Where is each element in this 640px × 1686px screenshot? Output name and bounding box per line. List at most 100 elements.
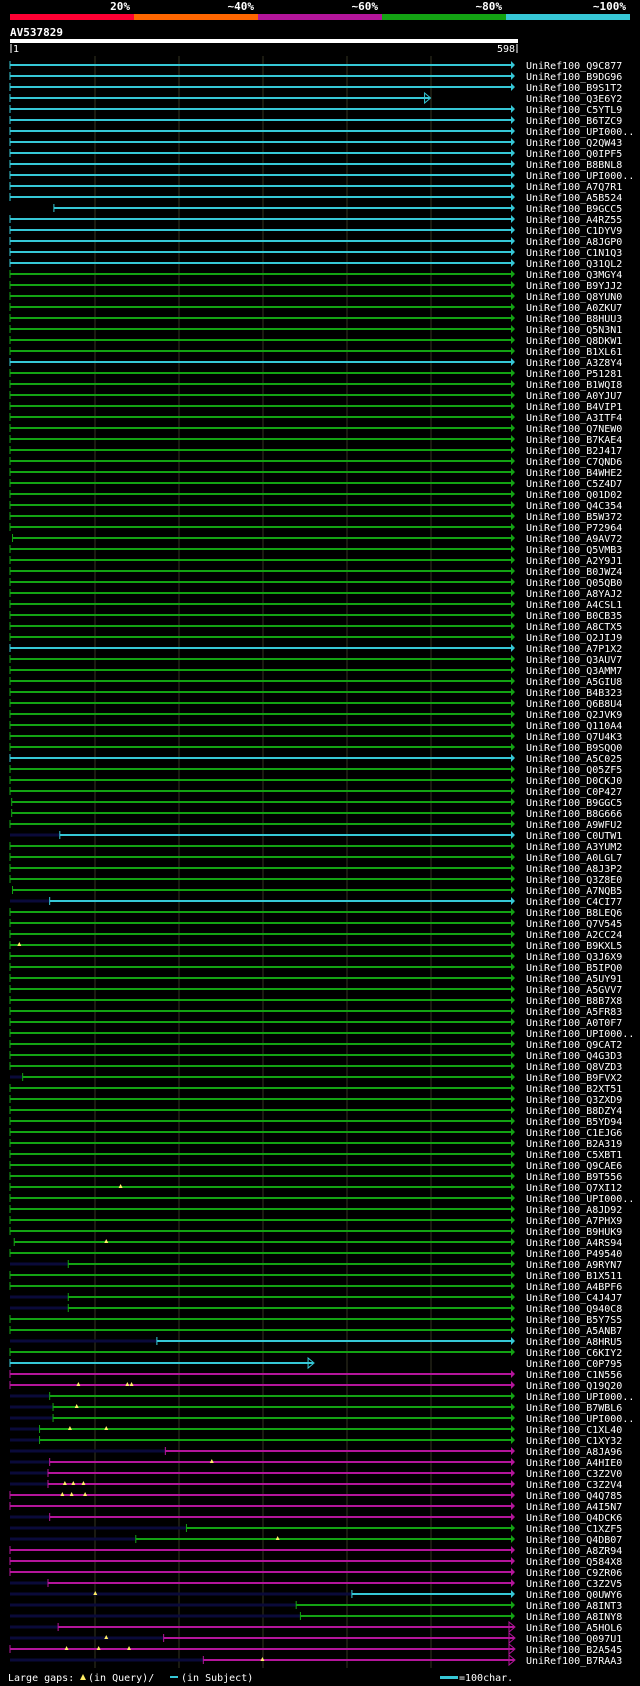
hit-label-link[interactable]: UniRef100_Q5VMB3 bbox=[526, 545, 622, 556]
hit-row[interactable]: UniRef100_A5ANB7 bbox=[9, 1326, 622, 1337]
hit-label-link[interactable]: UniRef100_Q7NEW0 bbox=[526, 424, 622, 435]
hit-label-link[interactable]: UniRef100_C5XBT1 bbox=[526, 1150, 622, 1161]
hit-label-link[interactable]: UniRef100_A2Y9J1 bbox=[526, 556, 622, 567]
hit-row[interactable]: UniRef100_B9GGC5 bbox=[11, 798, 623, 809]
hit-label-link[interactable]: UniRef100_C6KIY2 bbox=[526, 1348, 622, 1359]
hit-label-link[interactable]: UniRef100_Q6B8U4 bbox=[526, 699, 622, 710]
hit-label-link[interactable]: UniRef100_C0P427 bbox=[526, 787, 622, 798]
hit-row[interactable]: UniRef100_Q7V545 bbox=[9, 919, 622, 930]
hit-label-link[interactable]: UniRef100_C9ZR06 bbox=[526, 1568, 622, 1579]
hit-label-link[interactable]: UniRef100_B9GCC5 bbox=[526, 204, 622, 215]
hit-row[interactable]: UniRef100_Q4DB07 bbox=[10, 1535, 622, 1546]
hit-row[interactable]: UniRef100_C5YTL9 bbox=[9, 105, 622, 116]
hit-label-link[interactable]: UniRef100_UPI000.. bbox=[526, 127, 634, 138]
hit-row[interactable]: UniRef100_Q0UWY6 bbox=[10, 1590, 622, 1601]
hit-row[interactable]: UniRef100_A4RS94 bbox=[13, 1238, 622, 1249]
hit-row[interactable]: UniRef100_C1N556 bbox=[9, 1370, 622, 1381]
hit-label-link[interactable]: UniRef100_C5YTL9 bbox=[526, 105, 622, 116]
hit-label-link[interactable]: UniRef100_Q3AMM7 bbox=[526, 666, 622, 677]
hit-label-link[interactable]: UniRef100_Q4G3D3 bbox=[526, 1051, 622, 1062]
hit-label-link[interactable]: UniRef100_B9GGC5 bbox=[526, 798, 622, 809]
hit-label-link[interactable]: UniRef100_Q3J6X9 bbox=[526, 952, 622, 963]
hit-label-link[interactable]: UniRef100_A0LGL7 bbox=[526, 853, 622, 864]
hit-label-link[interactable]: UniRef100_B5YD94 bbox=[526, 1117, 622, 1128]
hit-label-link[interactable]: UniRef100_B9YJJ2 bbox=[526, 281, 622, 292]
hit-label-link[interactable]: UniRef100_Q9CAT2 bbox=[526, 1040, 622, 1051]
hit-row[interactable]: UniRef100_Q7NEW0 bbox=[9, 424, 622, 435]
hit-row[interactable]: UniRef100_Q3E6Y2 bbox=[9, 91, 622, 105]
hit-row[interactable]: UniRef100_B9KXL5 bbox=[9, 941, 622, 952]
hit-label-link[interactable]: UniRef100_C1EJG6 bbox=[526, 1128, 622, 1139]
hit-row[interactable]: UniRef100_Q4DCK6 bbox=[10, 1513, 622, 1524]
hit-label-link[interactable]: UniRef100_A8JGP0 bbox=[526, 237, 622, 248]
hit-row[interactable]: UniRef100_C5XBT1 bbox=[9, 1150, 622, 1161]
hit-row[interactable]: UniRef100_A0LGL7 bbox=[9, 853, 622, 864]
hit-label-link[interactable]: UniRef100_A8HRU5 bbox=[526, 1337, 622, 1348]
hit-row[interactable]: UniRef100_Q7U4K3 bbox=[9, 732, 622, 743]
hit-row[interactable]: UniRef100_B1WQI8 bbox=[9, 380, 622, 391]
hit-row[interactable]: UniRef100_B9T556 bbox=[9, 1172, 622, 1183]
hit-row[interactable]: UniRef100_A8ZR94 bbox=[9, 1546, 622, 1557]
hit-label-link[interactable]: UniRef100_B9KXL5 bbox=[526, 941, 622, 952]
hit-row[interactable]: UniRef100_A3YUM2 bbox=[9, 842, 622, 853]
hit-label-link[interactable]: UniRef100_P51281 bbox=[526, 369, 622, 380]
hit-label-link[interactable]: UniRef100_Q110A4 bbox=[526, 721, 622, 732]
hit-label-link[interactable]: UniRef100_B2A545 bbox=[526, 1645, 622, 1656]
hit-row[interactable]: UniRef100_Q01D02 bbox=[9, 490, 622, 501]
hit-label-link[interactable]: UniRef100_A5HOL6 bbox=[526, 1623, 622, 1634]
hit-row[interactable]: UniRef100_A8CTX5 bbox=[9, 622, 622, 633]
hit-row[interactable]: UniRef100_UPI000.. bbox=[10, 1392, 634, 1403]
hit-label-link[interactable]: UniRef100_Q4Q785 bbox=[526, 1491, 622, 1502]
hit-label-link[interactable]: UniRef100_A4RS94 bbox=[526, 1238, 622, 1249]
hit-row[interactable]: UniRef100_B9FVX2 bbox=[10, 1073, 622, 1084]
hit-label-link[interactable]: UniRef100_A4I5N7 bbox=[526, 1502, 622, 1513]
hit-label-link[interactable]: UniRef100_C5Z4D7 bbox=[526, 479, 622, 490]
hit-row[interactable]: UniRef100_Q7XI12 bbox=[9, 1183, 622, 1194]
hit-row[interactable]: UniRef100_P49540 bbox=[9, 1249, 622, 1260]
hit-label-link[interactable]: UniRef100_Q4DCK6 bbox=[526, 1513, 622, 1524]
hit-row[interactable]: UniRef100_A9RYN7 bbox=[10, 1260, 622, 1271]
hit-row[interactable]: UniRef100_A4I5N7 bbox=[9, 1502, 622, 1513]
hit-label-link[interactable]: UniRef100_A7PHX9 bbox=[526, 1216, 622, 1227]
hit-label-link[interactable]: UniRef100_B4B323 bbox=[526, 688, 622, 699]
hit-label-link[interactable]: UniRef100_C3Z2V4 bbox=[526, 1480, 622, 1491]
hit-row[interactable]: UniRef100_Q3ZXD9 bbox=[9, 1095, 622, 1106]
hit-label-link[interactable]: UniRef100_B2XT51 bbox=[526, 1084, 622, 1095]
hit-label-link[interactable]: UniRef100_B1XL61 bbox=[526, 347, 622, 358]
hit-row[interactable]: UniRef100_B1XL61 bbox=[9, 347, 622, 358]
hit-row[interactable]: UniRef100_P51281 bbox=[9, 369, 622, 380]
hit-row[interactable]: UniRef100_A0ZKU7 bbox=[9, 303, 622, 314]
hit-row[interactable]: UniRef100_A5C025 bbox=[9, 754, 622, 765]
hit-row[interactable]: UniRef100_A5GIU8 bbox=[9, 677, 622, 688]
hit-row[interactable]: UniRef100_B9DG96 bbox=[9, 72, 622, 83]
hit-row[interactable]: UniRef100_A3ITF4 bbox=[9, 413, 622, 424]
hit-label-link[interactable]: UniRef100_C3Z2V0 bbox=[526, 1469, 622, 1480]
hit-label-link[interactable]: UniRef100_P49540 bbox=[526, 1249, 622, 1260]
hit-label-link[interactable]: UniRef100_Q2JVK9 bbox=[526, 710, 622, 721]
hit-row[interactable]: UniRef100_C6KIY2 bbox=[9, 1348, 622, 1359]
hit-label-link[interactable]: UniRef100_A8INY8 bbox=[526, 1612, 622, 1623]
hit-row[interactable]: UniRef100_B9S1T2 bbox=[9, 83, 622, 94]
hit-row[interactable]: UniRef100_A2Y9J1 bbox=[9, 556, 622, 567]
hit-label-link[interactable]: UniRef100_UPI000.. bbox=[526, 1414, 634, 1425]
hit-label-link[interactable]: UniRef100_A5UY91 bbox=[526, 974, 622, 985]
hit-row[interactable]: UniRef100_UPI000.. bbox=[9, 1194, 634, 1205]
hit-label-link[interactable]: UniRef100_B8DZY4 bbox=[526, 1106, 622, 1117]
hit-row[interactable]: UniRef100_C5Z4D7 bbox=[9, 479, 622, 490]
hit-row[interactable]: UniRef100_C1N1Q3 bbox=[9, 248, 622, 259]
hit-label-link[interactable]: UniRef100_A3ITF4 bbox=[526, 413, 622, 424]
hit-label-link[interactable]: UniRef100_C0P795 bbox=[526, 1359, 622, 1370]
hit-row[interactable]: UniRef100_Q110A4 bbox=[9, 721, 622, 732]
hit-row[interactable]: UniRef100_C9ZR06 bbox=[9, 1568, 622, 1579]
hit-row[interactable]: UniRef100_C4J4J7 bbox=[10, 1293, 622, 1304]
hit-label-link[interactable]: UniRef100_A8CTX5 bbox=[526, 622, 622, 633]
hit-label-link[interactable]: UniRef100_B2A319 bbox=[526, 1139, 622, 1150]
hit-row[interactable]: UniRef100_D0CKJ0 bbox=[9, 776, 622, 787]
hit-row[interactable]: UniRef100_B5Y7S5 bbox=[9, 1315, 622, 1326]
hit-row[interactable]: UniRef100_C1XY32 bbox=[10, 1436, 622, 1447]
hit-row[interactable]: UniRef100_B6TZC9 bbox=[9, 116, 622, 127]
hit-row[interactable]: UniRef100_C0P795 bbox=[9, 1356, 622, 1370]
hit-row[interactable]: UniRef100_A4CSL1 bbox=[9, 600, 622, 611]
hit-label-link[interactable]: UniRef100_Q2JIJ9 bbox=[526, 633, 622, 644]
hit-row[interactable]: UniRef100_A5GVV7 bbox=[9, 985, 622, 996]
